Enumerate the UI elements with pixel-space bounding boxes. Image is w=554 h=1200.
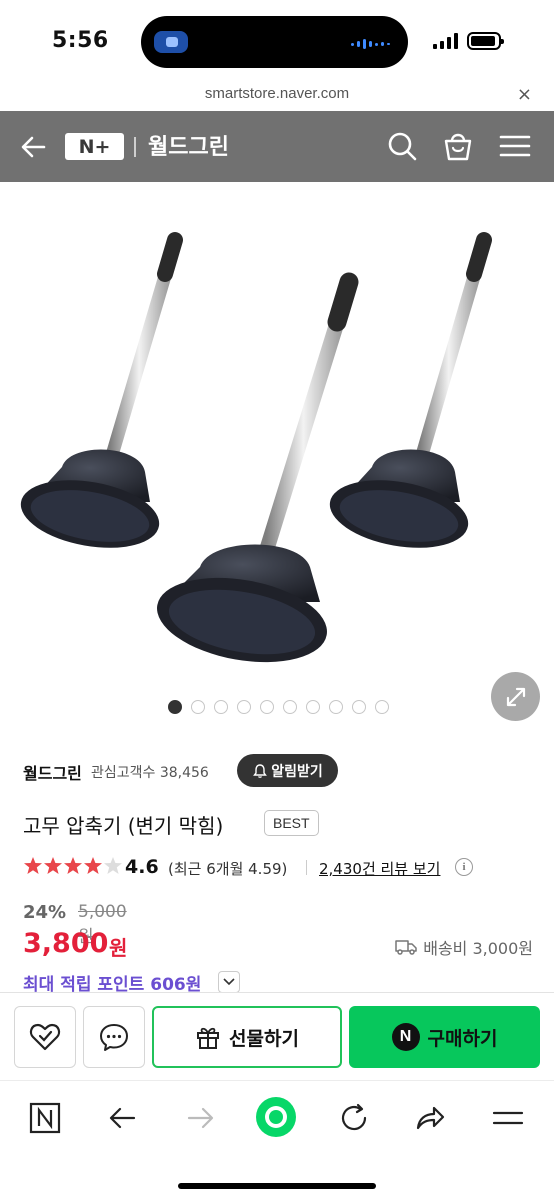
battery-icon [467, 32, 504, 50]
price-row: 3,800 원 배송비 3,000원 [23, 928, 533, 964]
menu-icon[interactable] [491, 1101, 525, 1135]
pagination-dot[interactable] [329, 700, 343, 714]
rating-row: 4.6 (최근 6개월 4.59) 2,430건 리뷰 보기 i [23, 854, 533, 882]
pagination-dot[interactable] [352, 700, 366, 714]
shipping-info: 배송비 3,000원 [395, 935, 533, 959]
expand-icon [506, 687, 525, 706]
store-name[interactable]: 월드그린 [23, 760, 82, 784]
tv-app-icon [154, 31, 188, 53]
delivery-truck-icon [395, 940, 417, 955]
rating-value: 4.6 [125, 856, 159, 878]
audio-wave-icon [351, 39, 390, 49]
url-bar[interactable]: smartstore.naver.com × [0, 82, 554, 111]
chat-bubble-icon [100, 1024, 128, 1051]
close-icon[interactable]: × [517, 84, 532, 105]
forward-icon[interactable] [183, 1101, 217, 1135]
shipping-fee: 배송비 3,000원 [423, 939, 533, 958]
pagination-dot[interactable] [375, 700, 389, 714]
purchase-action-bar: 선물하기 N 구매하기 [0, 992, 554, 1080]
pagination-dot[interactable] [191, 700, 205, 714]
product-title: 고무 압축기 (변기 막힘) [23, 814, 224, 838]
chevron-down-icon[interactable] [218, 971, 240, 993]
back-arrow-icon[interactable] [18, 131, 50, 163]
naver-n-icon: N [391, 1023, 420, 1051]
store-info-row: 월드그린 관심고객수 38,456 알림받기 [23, 754, 523, 788]
buy-label: 구매하기 [427, 1027, 498, 1050]
pagination-dot[interactable] [237, 700, 251, 714]
pagination-dot[interactable] [283, 700, 297, 714]
pagination-dot[interactable] [260, 700, 274, 714]
alarm-label: 알림받기 [271, 763, 323, 780]
info-icon[interactable]: i [455, 858, 473, 876]
shopping-bag-icon[interactable] [441, 129, 475, 163]
dynamic-island [141, 16, 408, 68]
recent-rating: (최근 6개월 4.59) [168, 860, 288, 878]
bell-plus-icon [253, 763, 268, 778]
status-time: 5:56 [52, 28, 109, 53]
reload-icon[interactable] [337, 1101, 371, 1135]
pagination-dot[interactable] [168, 700, 182, 714]
alarm-button[interactable]: 알림받기 [237, 754, 338, 787]
gift-icon [197, 1027, 220, 1049]
store-followers: 관심고객수 38,456 [91, 765, 209, 781]
best-badge: BEST [264, 810, 319, 836]
menu-icon[interactable] [498, 129, 532, 163]
product-title-row: 고무 압축기 (변기 막힘) BEST [23, 808, 533, 840]
gift-button[interactable]: 선물하기 [152, 1006, 342, 1068]
plunger-center [157, 272, 359, 663]
sale-price: 3,800 [23, 928, 109, 959]
store-title[interactable]: 월드그린 [148, 129, 229, 161]
pagination-dot[interactable] [214, 700, 228, 714]
price-unit: 원 [109, 936, 128, 960]
pagination-dot[interactable] [306, 700, 320, 714]
search-icon[interactable] [385, 129, 419, 163]
heart-check-icon [29, 1023, 61, 1051]
chat-button[interactable] [83, 1006, 145, 1068]
header-divider [134, 137, 136, 157]
gallery-pagination [168, 700, 389, 714]
green-home-icon[interactable] [255, 1096, 297, 1138]
back-icon[interactable] [106, 1101, 140, 1135]
discount-rate: 24% [23, 902, 67, 923]
cellular-signal-icon [433, 33, 458, 49]
rating-divider [306, 860, 307, 875]
share-icon[interactable] [413, 1101, 447, 1135]
status-bar: 5:56 [0, 0, 554, 82]
product-image[interactable] [0, 182, 554, 737]
wishlist-button[interactable] [14, 1006, 76, 1068]
reviews-link[interactable]: 2,430건 리뷰 보기 [319, 858, 440, 879]
url-text[interactable]: smartstore.naver.com [0, 85, 554, 102]
expand-image-button[interactable] [491, 672, 540, 721]
browser-toolbar [0, 1080, 554, 1200]
naver-plus-logo[interactable]: N+ [65, 133, 124, 160]
star-rating-icon [23, 856, 123, 876]
buy-button[interactable]: N 구매하기 [349, 1006, 540, 1068]
plunger-left [20, 232, 183, 548]
gift-label: 선물하기 [229, 1027, 299, 1050]
store-header: N+ 월드그린 [0, 111, 554, 182]
home-indicator[interactable] [178, 1183, 376, 1189]
naver-n-icon[interactable] [28, 1101, 62, 1135]
plunger-photo [20, 232, 492, 663]
